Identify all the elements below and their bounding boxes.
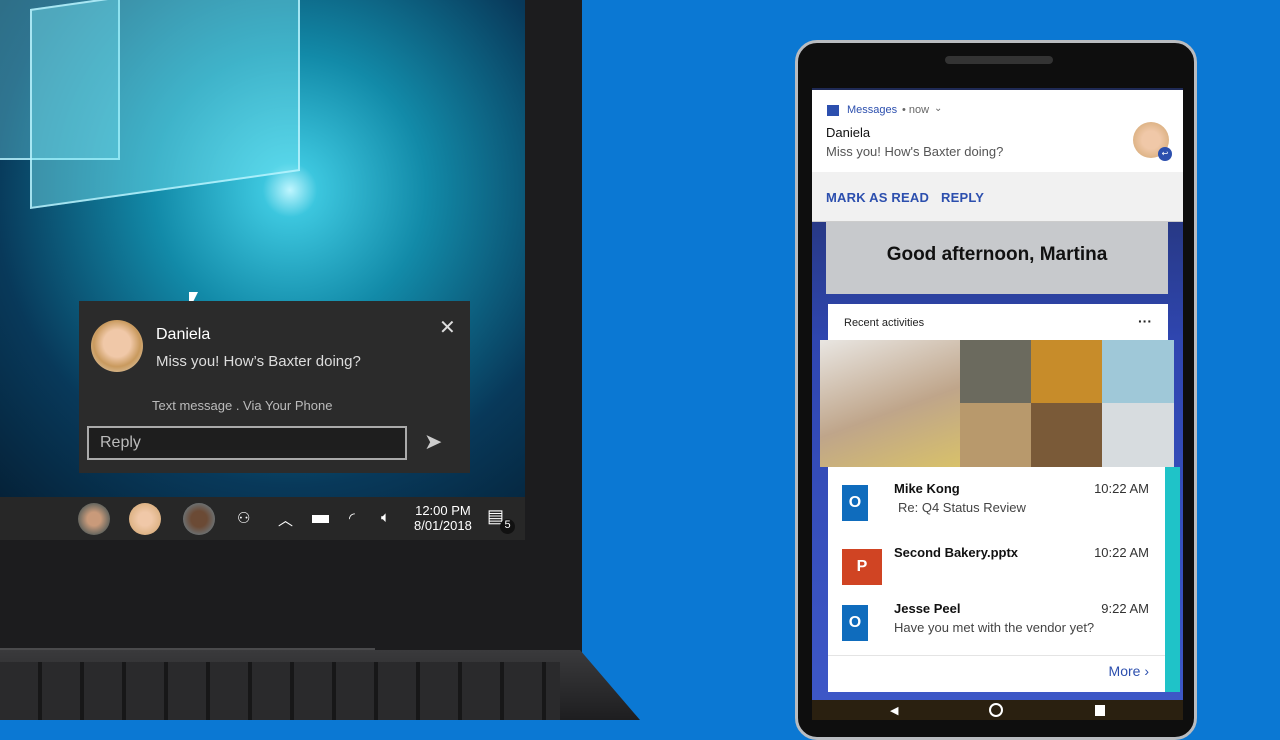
android-notification[interactable]: Messages • now ⌄ Daniela Miss you! How's…: [812, 90, 1183, 172]
item-subtitle: Re: Q4 Status Review: [898, 500, 1026, 515]
toast-sender: Daniela: [156, 326, 211, 343]
back-icon[interactable]: ◀: [890, 704, 898, 717]
more-link[interactable]: More ›: [1109, 663, 1149, 679]
item-time: 9:22 AM: [1101, 601, 1149, 616]
item-subtitle: Have you met with the vendor yet?: [894, 620, 1095, 635]
list-item[interactable]: P Second Bakery.pptx 10:22 AM: [828, 537, 1165, 593]
time: 12:00 PM: [415, 503, 471, 518]
reply-badge-icon: ↩: [1158, 147, 1172, 161]
greeting-banner: Good afternoon, Martina: [826, 222, 1168, 294]
avatar: [91, 320, 143, 372]
notif-app: Messages: [847, 104, 898, 116]
toast-message: Miss you! How’s Baxter doing?: [156, 353, 361, 370]
notif-time: • now: [902, 104, 930, 116]
notif-sender: Daniela: [826, 125, 871, 140]
item-title: Second Bakery.pptx: [894, 545, 1019, 560]
people-avatar[interactable]: [78, 503, 110, 535]
phone-speaker: [945, 56, 1053, 64]
photo[interactable]: [960, 340, 1031, 403]
outlook-icon: O: [842, 485, 868, 521]
home-icon[interactable]: [989, 703, 1003, 717]
volume-icon[interactable]: 🔈︎: [381, 509, 390, 526]
close-icon[interactable]: ✕: [439, 315, 456, 340]
item-title: Mike Kong: [894, 481, 960, 496]
recent-activities-header: Recent activities ···: [828, 304, 1168, 340]
toast-notification: Daniela Miss you! How’s Baxter doing? ✕ …: [79, 301, 470, 473]
chevron-down-icon[interactable]: ⌄: [934, 103, 942, 114]
people-avatar[interactable]: [129, 503, 161, 535]
photo-dog[interactable]: [820, 340, 960, 467]
more-options-icon[interactable]: ···: [1138, 313, 1152, 329]
accent-strip: [1165, 467, 1180, 692]
photo-grid: [820, 340, 1174, 467]
android-nav-bar: ◀: [812, 700, 1183, 720]
notif-message: Miss you! How's Baxter doing?: [826, 144, 1004, 159]
recents-icon[interactable]: [1095, 705, 1105, 716]
item-title: Jesse Peel: [894, 601, 961, 616]
date: 8/01/2018: [414, 518, 472, 533]
photo[interactable]: [1102, 340, 1174, 403]
outlook-icon: O: [842, 605, 868, 641]
recent-title: Recent activities: [844, 317, 925, 329]
laptop-keyboard: [0, 662, 560, 720]
mark-as-read-button[interactable]: MARK AS READ: [826, 190, 929, 205]
people-icon[interactable]: ⚇: [237, 509, 250, 527]
photo[interactable]: [1031, 340, 1102, 403]
notification-actions: MARK AS READ REPLY: [812, 172, 1183, 222]
phone-screen: Messages • now ⌄ Daniela Miss you! How's…: [812, 88, 1183, 720]
list-item[interactable]: O Jesse Peel Have you met with the vendo…: [828, 593, 1165, 649]
activity-list: O Mike Kong Re: Q4 Status Review 10:22 A…: [828, 467, 1165, 692]
notification-count: 5: [500, 519, 515, 534]
send-icon[interactable]: ➤: [424, 429, 442, 455]
photo[interactable]: [1031, 403, 1102, 467]
battery-icon[interactable]: [312, 515, 329, 523]
photo[interactable]: [1102, 403, 1174, 467]
messages-icon: [827, 105, 839, 116]
wifi-icon[interactable]: ◜: [349, 509, 355, 527]
people-avatar[interactable]: [183, 503, 215, 535]
chevron-up-icon[interactable]: ︿: [278, 509, 293, 530]
reply-button[interactable]: REPLY: [941, 190, 984, 205]
clock[interactable]: 12:00 PM 8/01/2018: [414, 503, 472, 533]
powerpoint-icon: P: [842, 549, 882, 585]
list-item[interactable]: O Mike Kong Re: Q4 Status Review 10:22 A…: [828, 473, 1165, 529]
reply-input[interactable]: Reply: [87, 426, 407, 460]
photo[interactable]: [960, 403, 1031, 467]
item-time: 10:22 AM: [1094, 545, 1149, 560]
taskbar: ⚇ ︿ ◜ 🔈︎ 12:00 PM 8/01/2018 ▤ 5: [0, 497, 525, 540]
item-time: 10:22 AM: [1094, 481, 1149, 496]
toast-source: Text message . Via Your Phone: [152, 398, 333, 413]
more-label: More: [1108, 663, 1141, 679]
